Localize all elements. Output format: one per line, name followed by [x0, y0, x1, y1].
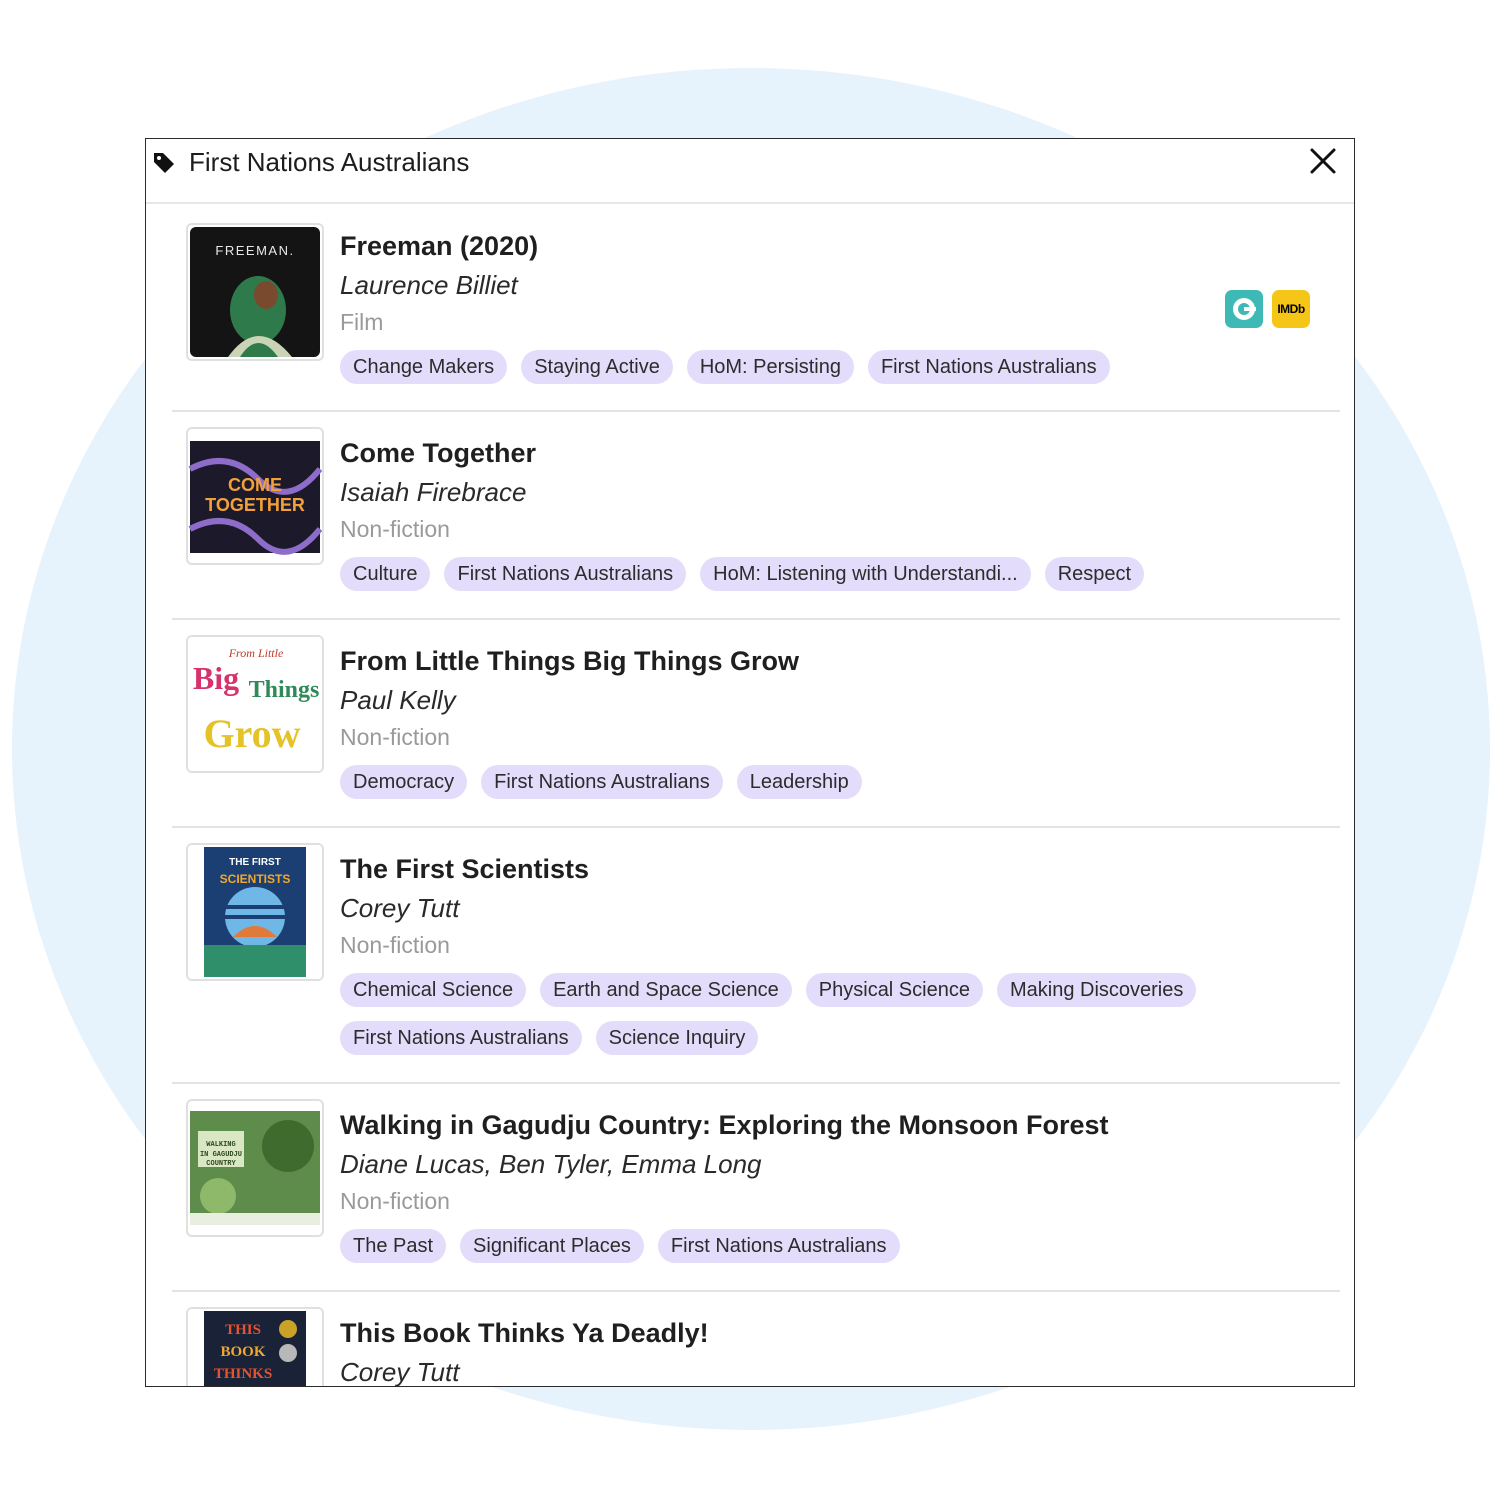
tag-chip[interactable]: Physical Science: [805, 973, 983, 1007]
item-title[interactable]: Freeman (2020): [340, 229, 1340, 263]
item-author: Diane Lucas, Ben Tyler, Emma Long: [340, 1149, 762, 1179]
tag-list: Change Makers Staying Active HoM: Persis…: [340, 350, 1240, 384]
tag-chip[interactable]: Science Inquiry: [595, 1021, 759, 1055]
item-title[interactable]: This Book Thinks Ya Deadly!: [340, 1316, 1340, 1350]
tag-list: The Past Significant Places First Nation…: [340, 1229, 1240, 1263]
tag-chip[interactable]: Leadership: [736, 765, 862, 799]
tag-list: Chemical Science Earth and Space Science…: [340, 973, 1240, 1055]
item-title[interactable]: Walking in Gagudju Country: Exploring th…: [340, 1108, 1340, 1142]
tag-chip[interactable]: First Nations Australians: [657, 1229, 900, 1263]
svg-text:THIS: THIS: [225, 1322, 261, 1338]
external-links: IMDb: [1225, 290, 1310, 328]
cover-title: COME: [228, 475, 282, 495]
item-author: Isaiah Firebrace: [340, 477, 527, 507]
close-icon[interactable]: [1308, 146, 1338, 176]
svg-text:IN GAGUDJU: IN GAGUDJU: [200, 1151, 242, 1159]
list-item[interactable]: THE FIRST SCIENTISTS The First Scientist…: [172, 828, 1340, 1084]
list-item[interactable]: WALKING IN GAGUDJU COUNTRY Walking in Ga…: [172, 1084, 1340, 1292]
tag-chip[interactable]: First Nations Australians: [340, 1021, 582, 1055]
item-type: Non-fiction: [340, 932, 450, 958]
tag-chip[interactable]: Change Makers: [340, 350, 508, 384]
tag-chip[interactable]: Culture: [340, 557, 431, 591]
cover-image: FREEMAN.: [186, 223, 324, 361]
cover-image: THIS BOOK THINKS: [186, 1307, 324, 1386]
item-title[interactable]: The First Scientists: [340, 852, 1340, 886]
tag-chip[interactable]: Making Discoveries: [996, 973, 1197, 1007]
item-title[interactable]: From Little Things Big Things Grow: [340, 644, 1340, 678]
list-item[interactable]: From Little Big Things Grow From Little …: [172, 620, 1340, 828]
list-item[interactable]: COME TOGETHER Come Together Isaiah Fireb…: [172, 412, 1340, 620]
list-item[interactable]: FREEMAN. Freeman (2020) Laurence Billiet…: [172, 204, 1340, 412]
tag-chip[interactable]: Democracy: [340, 765, 468, 799]
tag-chip[interactable]: First Nations Australians: [481, 765, 723, 799]
cover-title: TOGETHER: [205, 495, 305, 515]
tag-icon: [154, 153, 174, 173]
tag-chip[interactable]: HoM: Persisting: [686, 350, 854, 384]
tag-chip[interactable]: The Past: [340, 1229, 447, 1263]
svg-text:THINKS: THINKS: [214, 1366, 272, 1382]
svg-text:WALKING: WALKING: [206, 1141, 235, 1149]
tag-chip[interactable]: HoM: Listening with Understandi...: [700, 557, 1031, 591]
tag-chip[interactable]: Chemical Science: [340, 973, 527, 1007]
item-title[interactable]: Come Together: [340, 436, 1340, 470]
item-author: Paul Kelly: [340, 685, 456, 715]
cover-image: COME TOGETHER: [186, 427, 324, 565]
cover-image: THE FIRST SCIENTISTS: [186, 843, 324, 981]
item-list: FREEMAN. Freeman (2020) Laurence Billiet…: [146, 204, 1354, 1387]
cover-image: From Little Big Things Grow: [186, 635, 324, 773]
tag-modal: First Nations Australians FREEMAN. Freem…: [145, 138, 1355, 1387]
svg-text:COUNTRY: COUNTRY: [206, 1160, 236, 1168]
tag-list: Democracy First Nations Australians Lead…: [340, 765, 1240, 799]
tag-chip[interactable]: Respect: [1044, 557, 1145, 591]
item-type: Non-fiction: [340, 1188, 450, 1214]
svg-text:From Little: From Little: [228, 646, 284, 660]
tag-chip[interactable]: First Nations Australians: [444, 557, 687, 591]
modal-header: First Nations Australians: [146, 139, 1354, 204]
tag-chip[interactable]: Staying Active: [521, 350, 673, 384]
item-type: Film: [340, 309, 384, 335]
imdb-icon[interactable]: IMDb: [1272, 290, 1310, 328]
modal-title: First Nations Australians: [189, 147, 470, 177]
cover-image: WALKING IN GAGUDJU COUNTRY: [186, 1099, 324, 1237]
list-item[interactable]: THIS BOOK THINKS This Book Thinks Ya Dea…: [172, 1292, 1340, 1387]
svg-text:THE FIRST: THE FIRST: [229, 857, 281, 868]
item-author: Corey Tutt: [340, 1357, 460, 1387]
clickview-icon[interactable]: [1225, 290, 1263, 328]
cover-title: FREEMAN.: [215, 243, 294, 258]
svg-text:Grow: Grow: [203, 711, 300, 756]
item-type: Non-fiction: [340, 516, 450, 542]
item-author: Corey Tutt: [340, 893, 460, 923]
svg-text:Big: Big: [193, 660, 239, 696]
item-type: Non-fiction: [340, 724, 450, 750]
tag-chip[interactable]: Significant Places: [460, 1229, 644, 1263]
svg-text:BOOK: BOOK: [220, 1344, 265, 1360]
svg-text:Things: Things: [249, 677, 320, 703]
tag-chip[interactable]: Earth and Space Science: [540, 973, 792, 1007]
tag-list: Culture First Nations Australians HoM: L…: [340, 557, 1240, 591]
svg-text:SCIENTISTS: SCIENTISTS: [220, 872, 291, 886]
item-author: Laurence Billiet: [340, 270, 518, 300]
tag-chip[interactable]: First Nations Australians: [867, 350, 1110, 384]
